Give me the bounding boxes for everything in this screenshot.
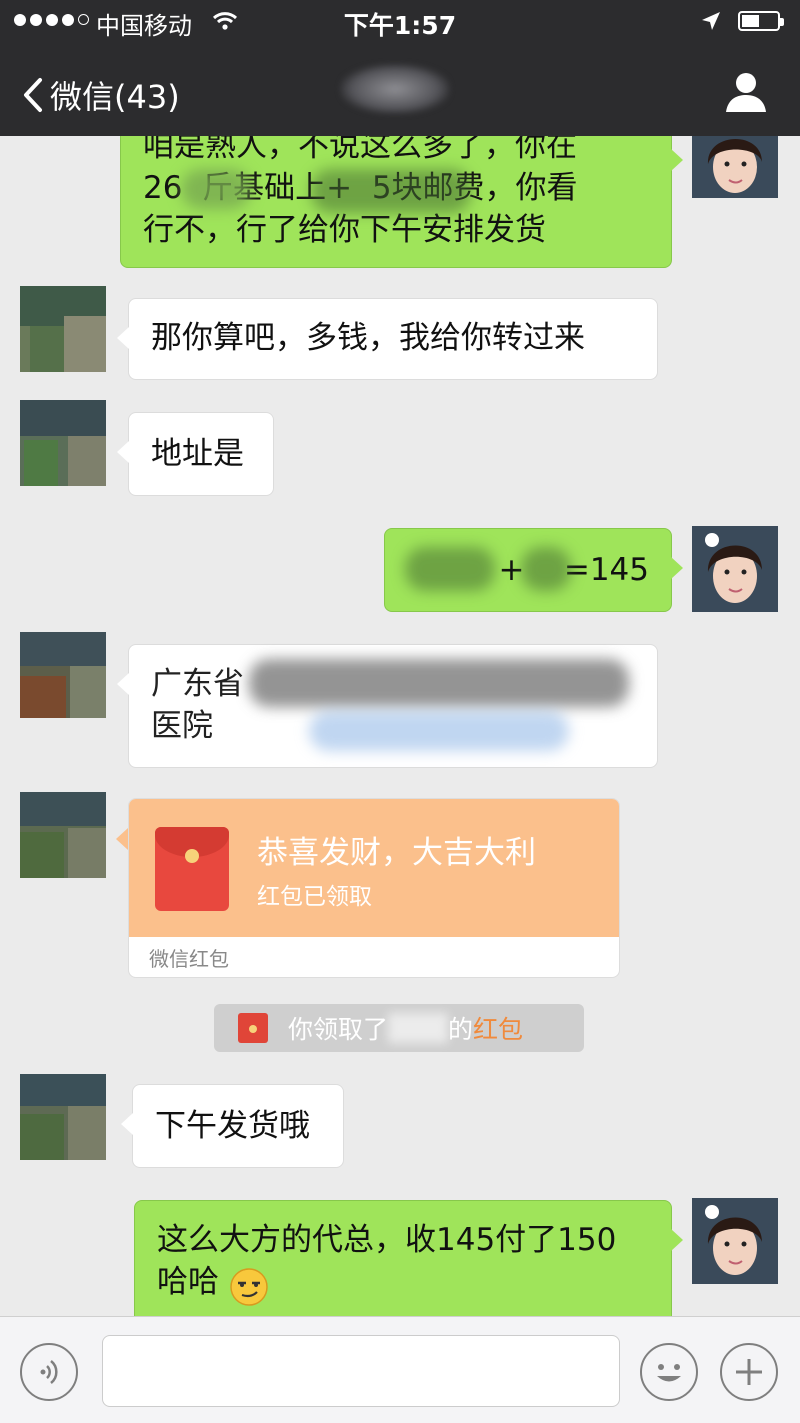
avatar-contact <box>20 792 106 878</box>
message-bubble-received[interactable]: 下午发货哦 <box>121 1084 344 1168</box>
smirk-emoji-icon <box>230 1268 268 1306</box>
system-message-middle: 的 <box>448 1015 474 1044</box>
red-packet-title: 恭喜发财，大吉大利 <box>257 835 536 871</box>
message-bubble-received[interactable]: 地址是 <box>117 412 274 496</box>
avatar-contact <box>20 632 106 718</box>
status-time: 下午1:57 <box>343 11 457 40</box>
red-packet-status: 红包已领取 <box>257 884 372 910</box>
avatar-self <box>692 1198 778 1284</box>
voice-icon <box>40 1360 58 1384</box>
message-bubble-sent[interactable]: 咱是熟人，不说这么多了，你在 26 斤基础上+ 5块邮费，你看 行不，行了给你下… <box>120 136 683 268</box>
avatar-contact <box>20 286 106 372</box>
nav-bar: 微信(43) <box>0 42 800 136</box>
location-arrow-icon <box>702 12 720 30</box>
back-button[interactable]: 微信(43) <box>22 72 180 118</box>
chat-area: 咱是熟人，不说这么多了，你在 26 斤基础上+ 5块邮费，你看 行不，行了给你下… <box>0 136 800 1316</box>
system-message: 你领取了 的 红包 <box>214 1004 584 1052</box>
avatar-contact <box>20 400 106 486</box>
red-packet-icon <box>155 827 229 911</box>
avatar-contact <box>20 1074 106 1160</box>
red-packet-tail <box>116 828 128 850</box>
top-bar: 中国移动 下午1:57 微信(43) <box>0 0 800 136</box>
system-message-prefix: 你领取了 <box>288 1015 389 1044</box>
message-bubble-sent[interactable]: + =145 <box>384 528 683 612</box>
message-text: 那你算吧，多钱，我给你转过来 <box>151 320 585 356</box>
avatar-self <box>692 526 778 612</box>
red-packet-icon <box>238 1013 268 1043</box>
system-message-name-obscured <box>388 1013 449 1043</box>
chat-title-obscured <box>340 64 450 114</box>
message-bubble-received[interactable]: 那你算吧，多钱，我给你转过来 <box>117 298 658 380</box>
red-packet-card[interactable]: 恭喜发财，大吉大利 红包已领取 微信红包 <box>128 798 620 978</box>
status-bar: 中国移动 下午1:57 <box>0 0 800 42</box>
emoji-button[interactable] <box>640 1343 698 1401</box>
message-text: 地址是 <box>151 436 244 472</box>
message-bubble-sent[interactable]: 这么大方的代总，收145付了150 哈哈 <box>134 1200 683 1316</box>
more-button[interactable] <box>720 1343 778 1401</box>
battery-icon <box>738 11 784 31</box>
back-chevron-icon <box>24 78 42 112</box>
emoji-icon <box>657 1364 681 1382</box>
message-text: 下午发货哦 <box>155 1108 310 1144</box>
avatar-self <box>692 136 778 198</box>
voice-button[interactable] <box>20 1343 78 1401</box>
input-bar <box>0 1316 800 1423</box>
red-packet-link[interactable]: 红包 <box>473 1010 523 1046</box>
message-input[interactable] <box>102 1335 620 1407</box>
message-bubble-received[interactable]: 广东省 医院 <box>117 644 658 768</box>
back-label: 微信(43) <box>50 78 180 116</box>
plus-icon <box>736 1359 762 1385</box>
red-packet-footer: 微信红包 <box>149 947 229 971</box>
profile-icon[interactable] <box>722 68 770 116</box>
